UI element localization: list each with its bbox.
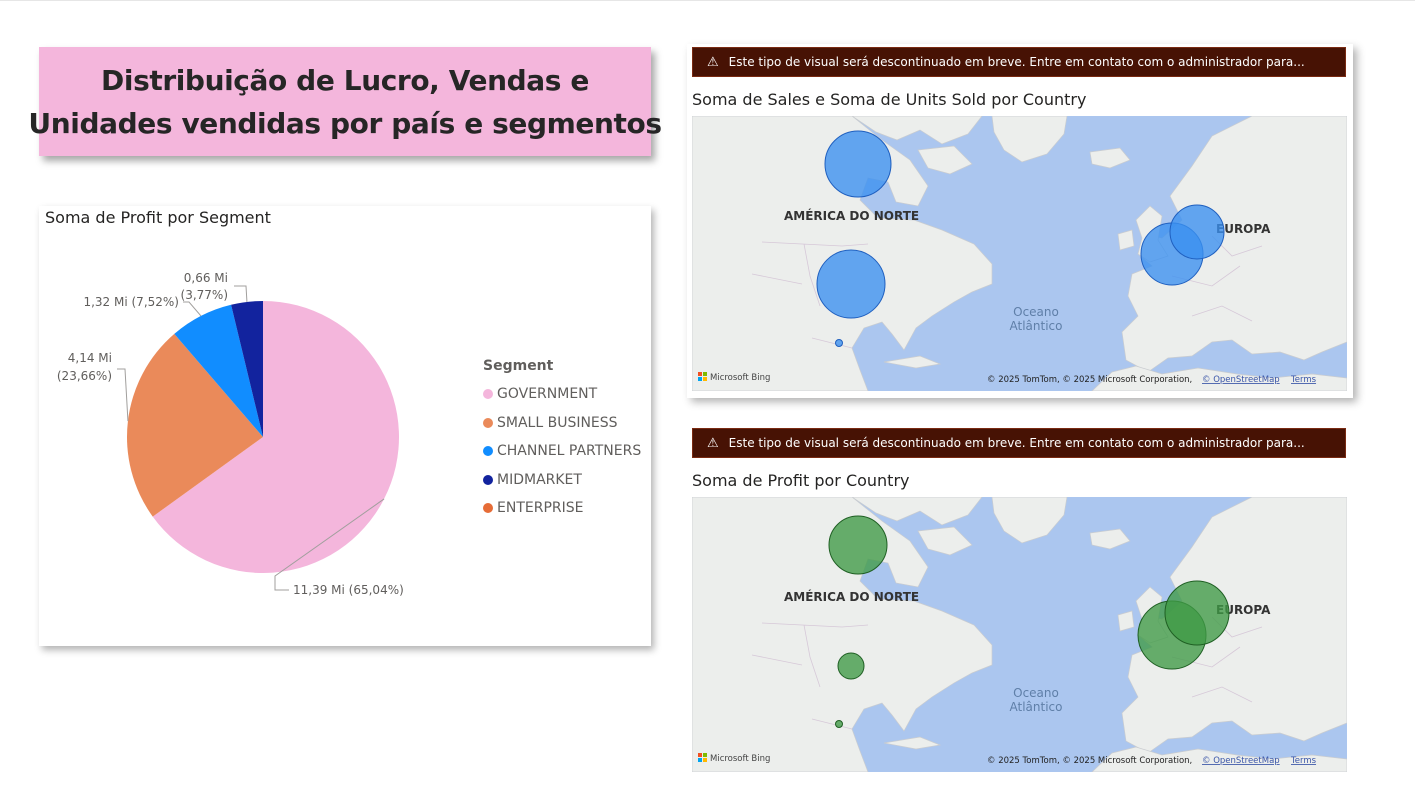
bubble-map[interactable]: AMÉRICA DO NORTEEUROPAOceanoAtlânticoMic…: [692, 497, 1347, 772]
legend-item-small-business[interactable]: SMALL BUSINESS: [483, 409, 641, 438]
data-label-midmarket-value: 0,66 Mi: [184, 271, 228, 285]
report-page: Distribuição de Lucro, Vendas e Unidades…: [0, 0, 1415, 788]
deprecation-warning-text: Este tipo de visual será descontinuado e…: [728, 436, 1305, 450]
warning-icon: ⚠: [707, 435, 719, 451]
sales-units-map-visual[interactable]: ⚠ Este tipo de visual será descontinuado…: [687, 44, 1353, 398]
legend-marker: [483, 474, 493, 485]
legend-item-government[interactable]: GOVERNMENT: [483, 380, 641, 409]
map-label-north-america: AMÉRICA DO NORTE: [784, 208, 919, 223]
legend-label: MIDMARKET: [497, 471, 582, 488]
report-title-card[interactable]: Distribuição de Lucro, Vendas e Unidades…: [28, 47, 662, 156]
data-label-leader: [183, 301, 202, 317]
map-bubble[interactable]: [828, 515, 888, 575]
terms-link[interactable]: Terms: [1290, 756, 1317, 766]
openstreetmap-link[interactable]: © OpenStreetMap: [1202, 375, 1280, 385]
legend-marker: [483, 417, 493, 428]
legend-label: SMALL BUSINESS: [497, 414, 618, 431]
bubble-map[interactable]: AMÉRICA DO NORTEEUROPAOceanoAtlânticoMic…: [692, 116, 1347, 391]
map-copyright: © 2025 TomTom, © 2025 Microsoft Corporat…: [987, 756, 1192, 766]
map-copyright: © 2025 TomTom, © 2025 Microsoft Corporat…: [987, 375, 1192, 385]
data-label-small-business-pct: (23,66%): [57, 369, 112, 383]
pie-legend: Segment GOVERNMENT SMALL BUSINESS CHANNEL …: [483, 358, 641, 523]
openstreetmap-link[interactable]: © OpenStreetMap: [1202, 756, 1280, 766]
legend-label: CHANNEL PARTNERS: [497, 443, 642, 460]
legend-item-enterprise[interactable]: ENTERPRISE: [483, 494, 641, 523]
data-label-midmarket-pct: (3,77%): [181, 288, 228, 302]
legend-label: GOVERNMENT: [497, 386, 598, 403]
map-basemap: [692, 497, 1347, 772]
map-bubble[interactable]: [837, 652, 865, 680]
map-bubble[interactable]: [1164, 580, 1230, 646]
legend-marker: [483, 389, 493, 400]
legend-title: Segment: [483, 358, 554, 374]
deprecation-warning-text: Este tipo de visual será descontinuado e…: [728, 55, 1305, 69]
data-label-leader: [117, 368, 129, 422]
legend-item-midmarket[interactable]: MIDMARKET: [483, 466, 641, 495]
terms-link[interactable]: Terms: [1290, 375, 1317, 385]
map-bubble[interactable]: [835, 339, 843, 347]
data-label-government: 11,39 Mi (65,04%): [293, 583, 404, 597]
map-title: Soma de Profit por Country: [692, 471, 910, 490]
map-label-north-america: AMÉRICA DO NORTE: [784, 589, 919, 604]
map-basemap: [692, 116, 1347, 391]
legend-marker: [483, 446, 493, 457]
deprecation-warning-banner[interactable]: ⚠ Este tipo de visual será descontinuado…: [692, 428, 1346, 458]
legend-marker: [483, 503, 493, 514]
map-label-ocean: Oceano: [1013, 686, 1059, 700]
map-bubble[interactable]: [816, 249, 886, 319]
map-label-ocean-2: Atlântico: [1010, 319, 1063, 333]
data-label-channel-partners: 1,32 Mi (7,52%): [83, 295, 179, 309]
legend-item-channel-partners[interactable]: CHANNEL PARTNERS: [483, 437, 641, 466]
map-bubble[interactable]: [835, 720, 843, 728]
map-label-ocean-2: Atlântico: [1010, 700, 1063, 714]
data-label-leader: [234, 285, 248, 302]
deprecation-warning-banner[interactable]: ⚠ Este tipo de visual será descontinuado…: [692, 47, 1346, 77]
top-divider: [0, 0, 1415, 1]
pie-chart-visual[interactable]: Soma de Profit por Segment 11,39 Mi (65,…: [39, 206, 651, 646]
map-bubble[interactable]: [1169, 204, 1225, 260]
map-bubble[interactable]: [824, 130, 892, 198]
profit-map-visual[interactable]: ⚠ Este tipo de visual será descontinuado…: [687, 425, 1353, 775]
bing-logo-text: Microsoft Bing: [710, 754, 770, 764]
report-title-line-2: Unidades vendidas por país e segmentos: [28, 106, 662, 140]
warning-icon: ⚠: [707, 54, 719, 70]
map-title: Soma de Sales e Soma de Units Sold por C…: [692, 90, 1087, 109]
data-label-small-business-value: 4,14 Mi: [68, 351, 112, 365]
report-title-line-1: Distribuição de Lucro, Vendas e: [101, 63, 589, 97]
bing-logo-text: Microsoft Bing: [710, 373, 770, 383]
legend-label: ENTERPRISE: [497, 500, 584, 517]
map-label-ocean: Oceano: [1013, 305, 1059, 319]
